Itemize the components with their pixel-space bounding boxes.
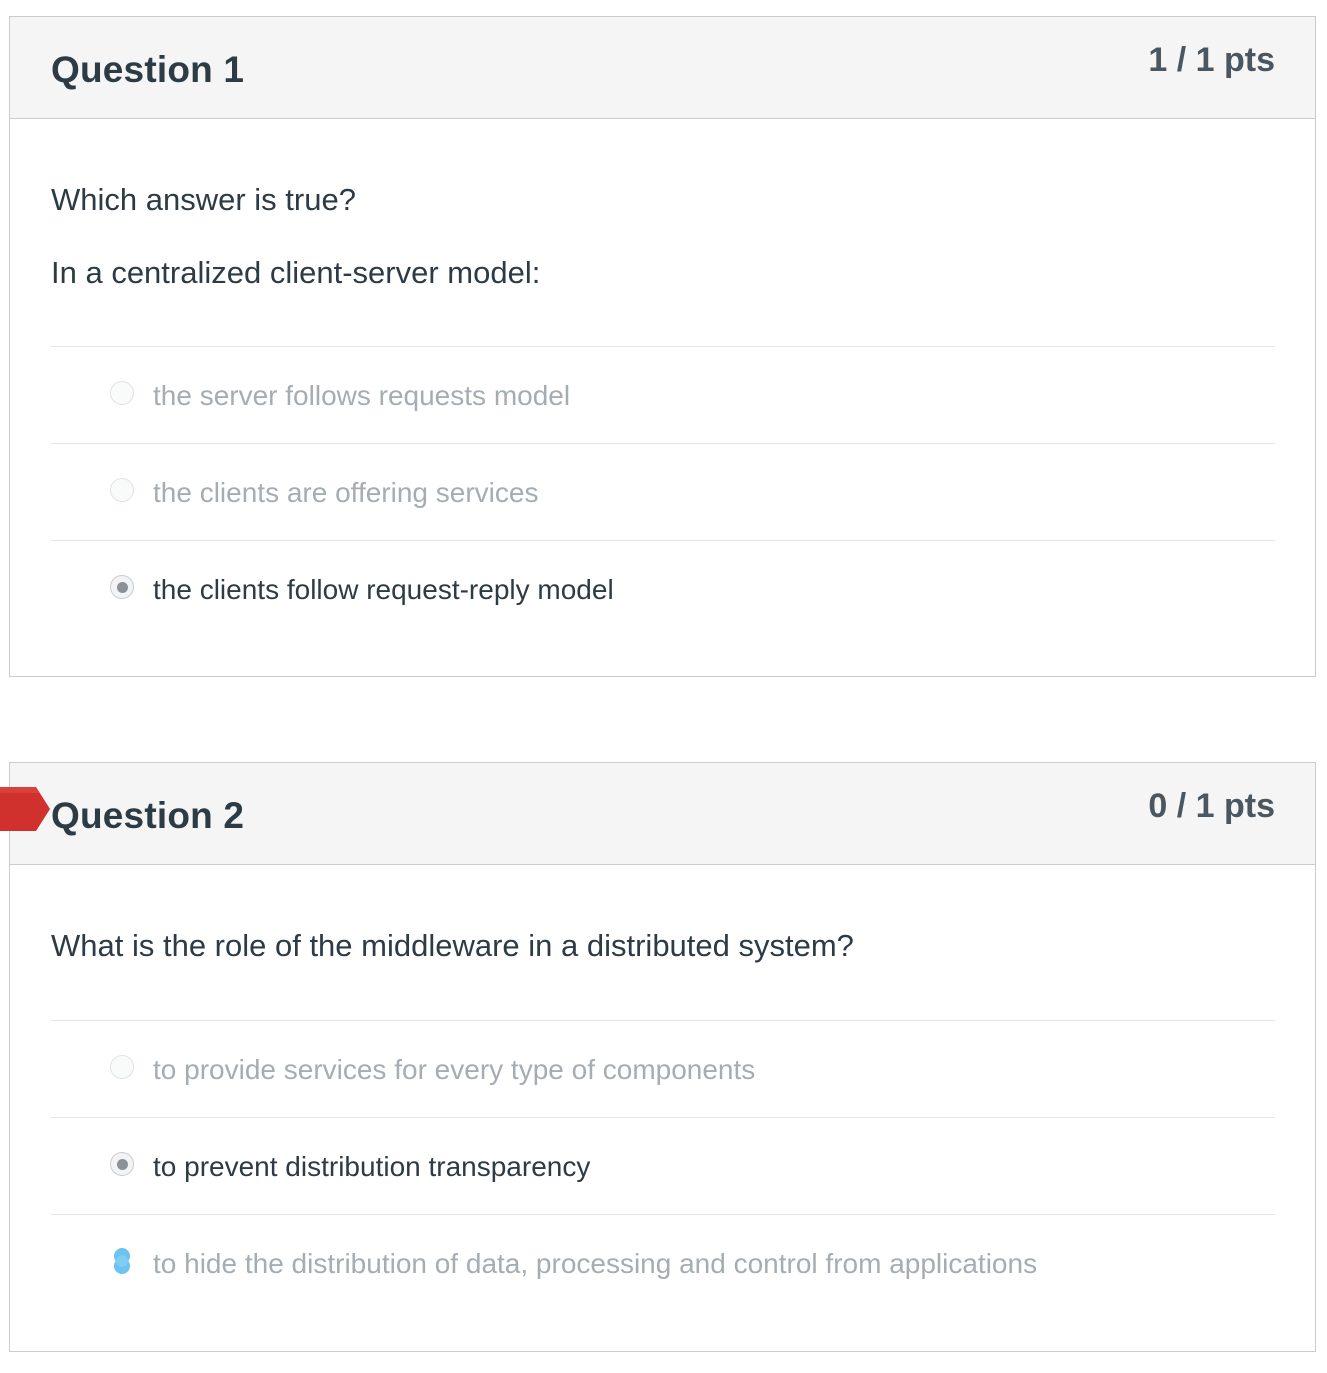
answer-label: the clients are offering services	[153, 477, 539, 508]
answer-option[interactable]: to provide services for every type of co…	[51, 1020, 1275, 1117]
question-text: Which answer is true?	[51, 182, 356, 217]
answer-option[interactable]: the clients are offering services	[51, 443, 1275, 540]
answer-label: to hide the distribution of data, proces…	[153, 1248, 1038, 1279]
question-card-1: Question 1 1 / 1 pts Which answer is tru…	[9, 16, 1316, 677]
question-header: Question 1 1 / 1 pts	[10, 17, 1315, 119]
question-text: What is the role of the middleware in a …	[51, 928, 854, 963]
answer-label: the clients follow request-reply model	[153, 574, 614, 605]
radio-button-selected[interactable]	[110, 1152, 134, 1176]
question-text: In a centralized client-server model:	[51, 255, 541, 290]
incorrect-flag-icon	[0, 787, 50, 831]
question-points: 0 / 1 pts	[1148, 787, 1275, 825]
question-header: Question 2 0 / 1 pts	[0, 763, 1315, 865]
answer-option[interactable]: the server follows requests model	[51, 346, 1275, 443]
question-card-2: Question 2 0 / 1 pts What is the role of…	[0, 762, 1316, 1352]
radio-button-selected[interactable]	[110, 575, 134, 599]
answer-label: to prevent distribution transparency	[153, 1151, 591, 1182]
answer-option[interactable]: to prevent distribution transparency	[51, 1117, 1275, 1214]
answer-option[interactable]: the clients follow request-reply model	[51, 540, 1275, 637]
answer-option[interactable]: to hide the distribution of data, proces…	[51, 1214, 1275, 1311]
question-title: Question 1	[51, 49, 245, 90]
question-points: 1 / 1 pts	[1148, 41, 1275, 79]
answer-list: to provide services for every type of co…	[51, 1020, 1275, 1311]
radio-button[interactable]	[110, 381, 134, 405]
answer-label: the server follows requests model	[153, 380, 571, 411]
correct-answer-marker-icon	[110, 1248, 134, 1274]
question-title: Question 2	[51, 795, 245, 836]
radio-button[interactable]	[110, 1055, 134, 1079]
radio-button[interactable]	[110, 478, 134, 502]
answer-list: the server follows requests model the cl…	[51, 346, 1275, 637]
answer-label: to provide services for every type of co…	[153, 1054, 756, 1085]
